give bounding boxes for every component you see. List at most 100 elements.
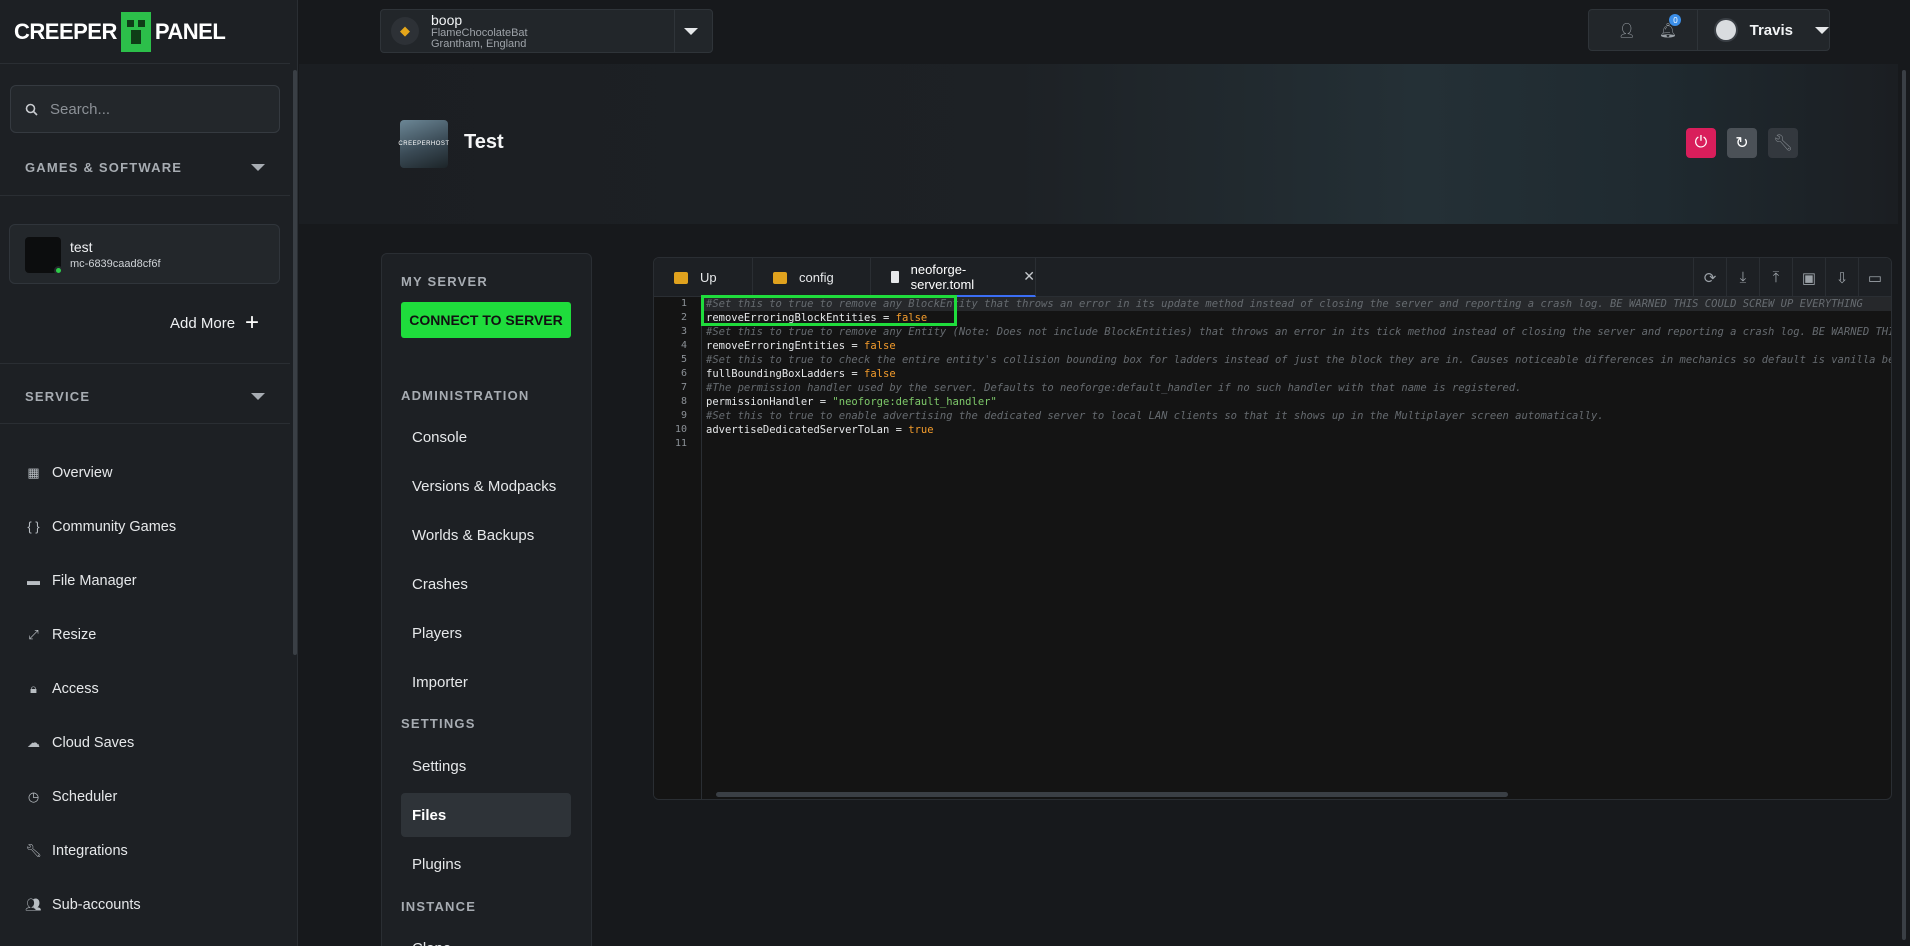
code-text: fullBoundingBoxLadders = false	[706, 368, 896, 380]
menu-item-plugins[interactable]: Plugins	[401, 842, 571, 886]
chevron-down-icon[interactable]	[684, 28, 698, 35]
tab-label: config	[799, 270, 834, 285]
menu-item-importer[interactable]: Importer	[401, 660, 571, 704]
tools-button[interactable]: 🔧︎	[1768, 128, 1798, 158]
code-area[interactable]: #Set this to true to remove any BlockEnt…	[706, 297, 1891, 787]
server-switcher[interactable]: ◆ boop FlameChocolateBat Grantham, Engla…	[380, 9, 713, 53]
server-name: test	[70, 239, 93, 255]
sidebar-scrollbar[interactable]	[293, 70, 297, 655]
code-line: permissionHandler = "neoforge:default_ha…	[706, 395, 997, 409]
sidebar-item-access[interactable]: 🔒︎ Access	[25, 680, 99, 697]
friends-icon[interactable]: 👤︎	[1617, 20, 1636, 40]
sidebar-item-community-games[interactable]: { } Community Games	[25, 518, 176, 535]
code-line: #Set this to true to check the entire en…	[706, 354, 1891, 366]
settings-heading: SETTINGS	[401, 716, 476, 731]
sidebar-item-scheduler[interactable]: ◷ Scheduler	[25, 788, 117, 805]
add-more-button[interactable]: Add More +	[170, 309, 260, 336]
restart-button[interactable]: ↻	[1727, 128, 1757, 158]
menu-item-crashes[interactable]: Crashes	[401, 562, 571, 606]
page-scrollbar[interactable]	[1902, 70, 1906, 940]
topbar-server-name: boop	[431, 12, 463, 28]
sidebar-item-label: Community Games	[52, 518, 177, 535]
file-editor: Up config neoforge-server.toml ✕ ⟳ ⤓ ⤒ ▣…	[653, 257, 1892, 800]
tab-config[interactable]: config	[753, 258, 871, 297]
code-line: #Set this to true to remove any Entity (…	[706, 326, 1891, 338]
tab-neoforge-server-toml[interactable]: neoforge-server.toml ✕	[871, 258, 1036, 297]
chevron-down-icon[interactable]	[1815, 26, 1829, 34]
folder-icon: ▬	[27, 573, 40, 588]
server-switcher-info: boop FlameChocolateBat Grantham, England	[431, 12, 528, 50]
sidebar-item-label: Overview	[52, 464, 113, 481]
server-game-icon: CREEPERHOST	[398, 120, 450, 168]
plus-icon: +	[245, 309, 260, 336]
line-number: 6	[680, 368, 687, 379]
wrench-icon: 🔧︎	[1772, 135, 1794, 152]
line-number: 2	[680, 312, 687, 323]
fullscreen-icon[interactable]: ▭	[1858, 258, 1891, 297]
line-number: 7	[680, 382, 687, 393]
server-menu: MY SERVER CONNECT TO SERVER ADMINISTRATI…	[381, 253, 592, 946]
sidebar-item-cloud-saves[interactable]: ☁ Cloud Saves	[25, 734, 134, 751]
editor-toolbar: ⟳ ⤓ ⤒ ▣ ⇩ ▭	[1693, 258, 1891, 297]
menu-item-worlds-backups[interactable]: Worlds & Backups	[401, 513, 571, 557]
download-icon[interactable]: ⤓	[1726, 258, 1759, 297]
sidebar-item-integrations[interactable]: 🔧︎ Integrations	[25, 842, 128, 859]
sidebar-item-file-manager[interactable]: ▬ File Manager	[25, 572, 137, 589]
bell-icon[interactable]: 🔔︎ 0	[1658, 14, 1682, 40]
games-heading: GAMES & SOFTWARE	[25, 160, 183, 175]
divider	[1697, 9, 1699, 51]
chevron-down-icon	[251, 393, 265, 400]
instance-heading: INSTANCE	[401, 899, 477, 914]
menu-item-versions[interactable]: Versions & Modpacks	[401, 464, 571, 508]
service-section-toggle[interactable]: SERVICE	[25, 389, 265, 404]
sidebar-item-resize[interactable]: ⤢ Resize	[25, 626, 96, 643]
menu-item-console[interactable]: Console	[401, 415, 571, 459]
save-as-icon[interactable]: ⇩	[1825, 258, 1858, 297]
user-name[interactable]: Travis	[1750, 22, 1793, 39]
divider	[0, 363, 290, 364]
server-card[interactable]: test mc-6839caad8cf6f	[9, 224, 280, 284]
sidebar-item-label: File Manager	[52, 572, 137, 589]
line-number: 10	[674, 424, 687, 435]
line-number: 8	[680, 396, 687, 407]
administration-heading: ADMINISTRATION	[401, 388, 530, 403]
power-button[interactable]: ⏻	[1686, 128, 1716, 158]
connect-to-server-button[interactable]: CONNECT TO SERVER	[401, 302, 571, 338]
menu-item-settings[interactable]: Settings	[401, 744, 571, 788]
search-input[interactable]	[50, 100, 270, 118]
editor-horizontal-scrollbar[interactable]	[716, 792, 1508, 797]
user-avatar[interactable]	[1714, 18, 1738, 42]
online-status-dot	[54, 266, 63, 275]
menu-item-clone[interactable]: Clone	[401, 926, 571, 946]
divider	[674, 10, 675, 52]
code-line: #Set this to true to enable advertising …	[706, 410, 1604, 422]
menu-item-files[interactable]: Files	[401, 793, 571, 837]
sidebar-item-label: Resize	[52, 626, 97, 643]
hero-banner	[299, 64, 1898, 224]
tab-up[interactable]: Up	[654, 258, 753, 297]
divider	[0, 63, 290, 64]
close-icon[interactable]: ✕	[1023, 268, 1035, 285]
refresh-icon[interactable]: ⟳	[1693, 258, 1726, 297]
menu-item-players[interactable]: Players	[401, 611, 571, 655]
brand-logo[interactable]: CREEPER PANEL	[14, 10, 226, 54]
save-icon[interactable]: ▣	[1792, 258, 1825, 297]
sidebar-item-sub-accounts[interactable]: 👥︎ Sub-accounts	[25, 896, 141, 913]
code-line: fullBoundingBoxLadders = false	[706, 367, 896, 381]
creeper-icon	[120, 12, 151, 52]
file-icon	[891, 270, 899, 283]
service-heading: SERVICE	[25, 389, 91, 404]
games-section-toggle[interactable]: GAMES & SOFTWARE	[25, 160, 265, 175]
search-box[interactable]	[10, 85, 280, 133]
upload-icon[interactable]: ⤒	[1759, 258, 1792, 297]
server-avatar-icon: ◆	[391, 17, 419, 45]
server-id: mc-6839caad8cf6f	[70, 258, 161, 270]
sidebar-item-overview[interactable]: ▦ Overview	[25, 464, 112, 481]
divider	[0, 423, 290, 424]
power-icon: ⏻	[1694, 134, 1708, 151]
line-number: 9	[680, 410, 687, 421]
line-number: 4	[680, 340, 687, 351]
divider	[0, 195, 290, 196]
sidebar-item-label: Sub-accounts	[52, 896, 141, 913]
game-icon-text: CREEPERHOST	[398, 141, 450, 147]
